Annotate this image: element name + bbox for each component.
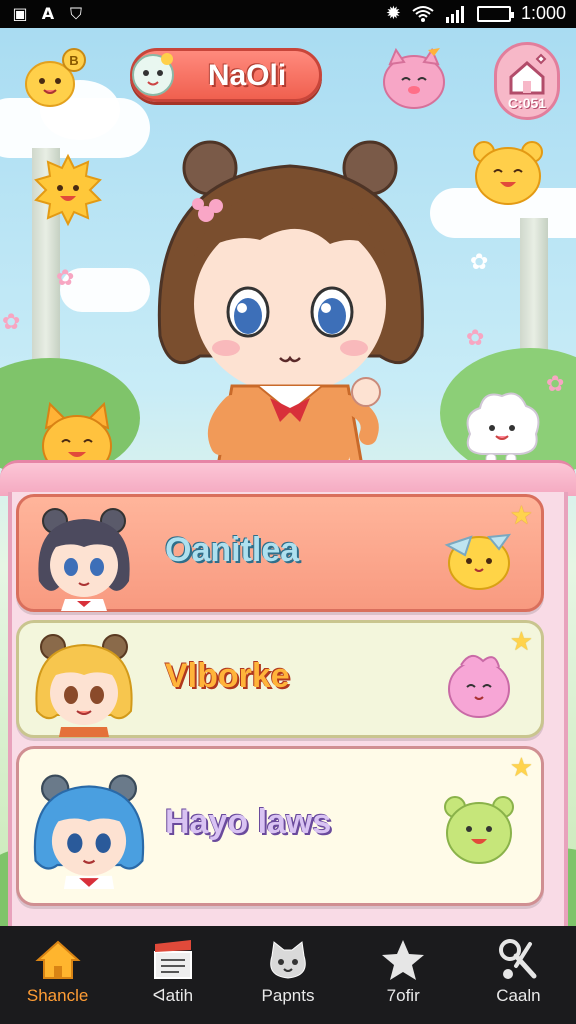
house-icon [509,53,547,95]
pet-button[interactable] [376,42,452,118]
character-card[interactable]: Hayo laws ★ [16,746,544,906]
nav-label: Shancle [26,986,89,1005]
photo-icon: ▣ [12,4,28,23]
clapperboard-icon [153,940,192,979]
character-portrait [35,634,133,737]
favorite-star-icon[interactable]: ★ [510,627,533,657]
home-icon [34,940,81,979]
nav-item-clapperboard[interactable]: ᐊatih [115,926,230,1024]
home-status-label: C:051 [507,95,547,111]
nav-label: Caaln [496,986,541,1005]
flower-icon: ✿ [56,266,75,291]
flower-icon: ✿ [470,250,489,275]
clock: 1:000 [520,3,566,23]
flower-icon: ✿ [466,326,485,351]
green-bear-pet [444,796,514,864]
brightness-icon: ✹ [385,3,401,24]
battery-icon [476,5,514,22]
character-name: Hayo laws [165,803,332,841]
shield-icon: ⛉ [69,4,82,23]
player-name: NaOli [207,59,287,92]
bottom-nav: Shancle ᐊatih Papnts 7ofir Caaln [0,926,576,1024]
character-card[interactable]: Oanitlea ★ [16,494,544,612]
yellow-sun-critter[interactable] [28,150,108,230]
nav-item-tools[interactable]: Caaln [461,926,576,1024]
character-name: Oanitlea [165,531,300,569]
nav-item-pets[interactable]: Papnts [230,926,345,1024]
stage-platform [0,460,576,496]
coin-badge: B [69,53,78,68]
nav-label: ᐊatih [152,986,194,1005]
mini-pet-avatar [132,53,174,96]
coin-critter-button[interactable]: B [18,44,88,114]
nav-label: Papnts [261,986,315,1005]
cat-icon [270,941,306,979]
tools-icon [499,939,537,979]
signal-icon [445,5,464,23]
home-status-button[interactable]: C:051 [494,42,560,120]
flower-icon: ✿ [546,372,565,397]
favorite-star-icon[interactable]: ★ [510,501,533,531]
star-icon [382,940,425,980]
font-icon: A [41,4,55,23]
nav-label: 7ofir [386,986,420,1005]
character-name: Vlborke [165,657,290,695]
character-portrait [38,508,130,611]
pink-bird-pet [448,654,510,718]
main-character[interactable] [140,136,440,476]
character-card[interactable]: Vlborke ★ [16,620,544,738]
nav-item-home[interactable]: Shancle [0,926,115,1024]
nav-item-favorites[interactable]: 7ofir [346,926,461,1024]
game-scene: ✿ ✿ ✿ ✿ ✿ B NaOli C:051 Oanitlea ★ Vlbor… [0,28,576,926]
wifi-icon [412,5,434,22]
flower-icon: ✿ [2,310,21,335]
yellow-chick-pet [444,533,512,590]
favorite-star-icon[interactable]: ★ [510,753,533,783]
yellow-bear-critter[interactable] [468,136,548,210]
status-bar: ▣ A ⛉ ✹ 1:000 [0,0,576,28]
player-name-banner[interactable]: NaOli [130,48,322,102]
character-portrait [33,774,145,889]
